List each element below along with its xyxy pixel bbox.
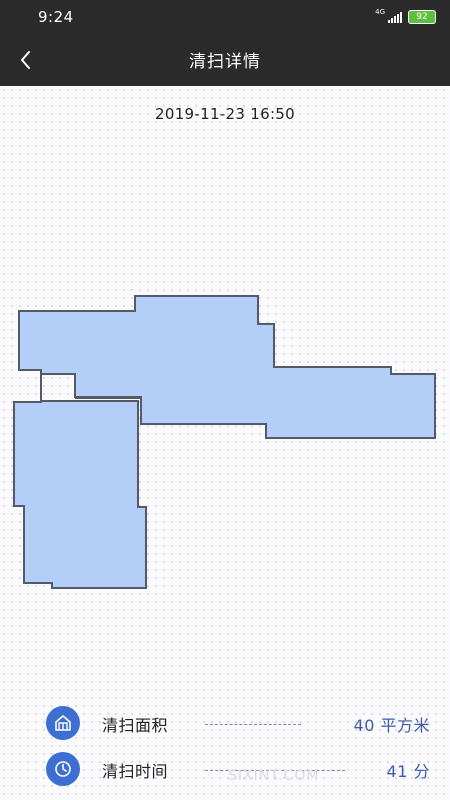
stat-row-time: 清扫时间 41 分 [0,750,450,786]
battery-icon: 92 [408,10,436,24]
stat-row-area: 清扫面积 40 平方米 [0,704,450,740]
stat-value: 41 分 [386,762,430,781]
cleaning-map [13,295,436,589]
clock-icon [46,752,80,786]
cleaned-area [13,295,436,589]
page-title: 清扫详情 [189,52,261,72]
signal-icon [387,11,402,23]
status-indicators: 4G 92 [375,9,436,25]
nav-bar: 清扫详情 [0,34,450,86]
watermark: SIXINT.COM [228,768,320,784]
stat-value: 40 平方米 [353,716,430,735]
status-time: 9:24 [38,8,74,26]
cleaning-datetime: 2019-11-23 16:50 [155,105,295,123]
status-bar: 9:24 4G 92 [0,0,450,34]
dashed-separator [205,724,301,725]
network-label: 4G [375,8,385,16]
stat-label: 清扫面积 [102,716,169,735]
stat-label: 清扫时间 [102,762,169,781]
house-icon [46,706,80,740]
